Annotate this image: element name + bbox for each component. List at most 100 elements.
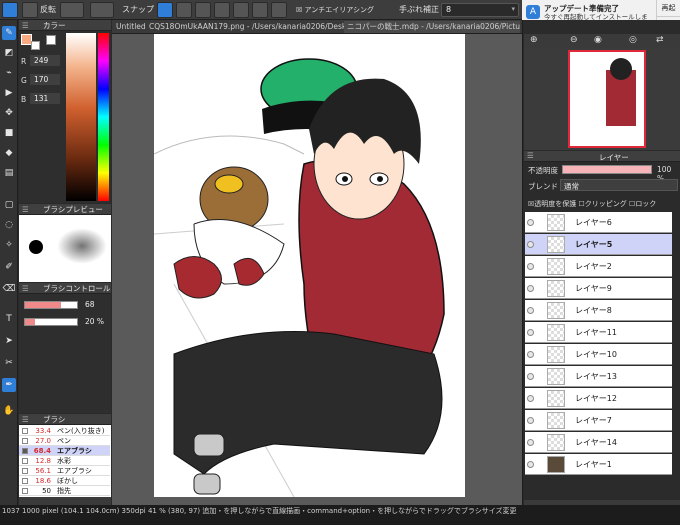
layer-row[interactable]: レイヤー14: [525, 432, 672, 453]
rect-tool-icon[interactable]: ■: [2, 126, 16, 140]
panel-menu-icon[interactable]: ☰: [22, 414, 29, 425]
b-input[interactable]: 131: [30, 93, 60, 104]
layer-name: レイヤー11: [575, 328, 617, 337]
visibility-icon[interactable]: [527, 241, 534, 248]
brush-item-selected[interactable]: 68.4 エアブラシ: [19, 446, 110, 456]
snap-radial-icon[interactable]: [214, 2, 230, 18]
g-input[interactable]: 170: [30, 74, 60, 85]
brush-stroke-preview: [57, 228, 107, 264]
brush-item[interactable]: 27.0 ペン: [19, 436, 110, 446]
eraser-tool-icon[interactable]: ◩: [2, 46, 16, 60]
panel-menu-icon[interactable]: ☰: [22, 283, 29, 294]
select-pen-icon[interactable]: ✐: [2, 260, 16, 274]
gradient-tool-icon[interactable]: ▤: [2, 166, 16, 180]
r-input[interactable]: 249: [30, 55, 60, 66]
move-tool-icon[interactable]: ✥: [2, 106, 16, 120]
visibility-icon[interactable]: [527, 439, 534, 446]
zoom-in-icon[interactable]: ⊕: [530, 35, 538, 45]
drawing-canvas[interactable]: [154, 34, 465, 497]
layer-panel-title: レイヤー: [599, 153, 629, 162]
layer-row[interactable]: レイヤー6: [525, 212, 672, 233]
layer-row[interactable]: レイヤー1: [525, 454, 672, 475]
stabilizer-select[interactable]: 8 ▾: [441, 3, 519, 17]
brush-control-header: ☰ ブラシコントロール: [19, 283, 111, 294]
visibility-icon[interactable]: [527, 417, 534, 424]
layer-row[interactable]: レイヤー11: [525, 322, 672, 343]
snap-off-icon[interactable]: [157, 2, 173, 18]
bucket-tool-icon[interactable]: ◆: [2, 146, 16, 160]
select-rect-icon[interactable]: ▢: [2, 198, 16, 212]
snap-curve-icon[interactable]: [252, 2, 268, 18]
visibility-icon[interactable]: [527, 307, 534, 314]
curve-icon[interactable]: [60, 2, 84, 18]
transparent-swatch[interactable]: [46, 35, 56, 45]
select-eraser-icon[interactable]: ⌫: [2, 282, 16, 296]
panel-menu-icon[interactable]: ☰: [527, 151, 534, 160]
restart-button[interactable]: 再起: [656, 0, 680, 17]
pen-tool-icon[interactable]: ✎: [2, 26, 16, 40]
rotate-icon[interactable]: ◎: [629, 35, 637, 45]
tab-untitled[interactable]: Untitled: [116, 21, 146, 33]
brush-item[interactable]: 18.6 ぼかし: [19, 476, 110, 486]
layer-opacity-slider[interactable]: [562, 165, 652, 174]
flip-icon[interactable]: [22, 2, 38, 18]
brush-size: 56.1: [35, 467, 51, 475]
eyedropper-icon[interactable]: ✒: [2, 378, 16, 392]
flip-view-icon[interactable]: ⇄: [656, 35, 664, 45]
navigator-preview[interactable]: [568, 50, 646, 148]
protect-checkbox[interactable]: ☒透明度を保護: [528, 200, 576, 208]
opacity-slider[interactable]: [24, 318, 78, 326]
brush-item[interactable]: 50 指先: [19, 486, 110, 496]
antialias-checkbox[interactable]: ☒ アンチエイリアシング: [296, 2, 374, 18]
panel-menu-icon[interactable]: ☰: [22, 20, 29, 31]
brush-preview-header: ☰ ブラシプレビュー: [19, 204, 111, 215]
snap-circle-icon[interactable]: [233, 2, 249, 18]
divide-tool-icon[interactable]: ✂: [2, 356, 16, 370]
layer-row[interactable]: レイヤー9: [525, 278, 672, 299]
visibility-icon[interactable]: [527, 329, 534, 336]
blend-select[interactable]: 通常: [560, 179, 678, 191]
pen-icon[interactable]: [2, 2, 18, 18]
curve2-icon[interactable]: [90, 2, 114, 18]
visibility-icon[interactable]: [527, 285, 534, 292]
layer-row[interactable]: レイヤー8: [525, 300, 672, 321]
brush-item[interactable]: 12.8 水彩: [19, 456, 110, 466]
size-slider[interactable]: [24, 301, 78, 309]
layer-row[interactable]: レイヤー10: [525, 344, 672, 365]
visibility-icon[interactable]: [527, 395, 534, 402]
visibility-icon[interactable]: [527, 461, 534, 468]
text-tool-icon[interactable]: T: [2, 312, 16, 326]
shade-picker[interactable]: [66, 33, 96, 201]
fit-icon[interactable]: ◉: [594, 35, 602, 45]
lasso-icon[interactable]: ◌: [2, 218, 16, 232]
brush-item[interactable]: 56.1 エアブラシ: [19, 466, 110, 476]
panel-menu-icon[interactable]: ☰: [22, 204, 29, 215]
background-swatch[interactable]: [31, 41, 40, 50]
layer-row[interactable]: レイヤー12: [525, 388, 672, 409]
tab-png[interactable]: CQS18OmUkAAN179.png - /Users/kanaria0206…: [149, 21, 359, 33]
visibility-icon[interactable]: [527, 263, 534, 270]
lock-checkbox[interactable]: ☐ロック: [629, 200, 656, 208]
layer-row[interactable]: レイヤー7: [525, 410, 672, 431]
brush-name: 指先: [57, 487, 71, 495]
visibility-icon[interactable]: [527, 373, 534, 380]
fill-tool-icon[interactable]: ▶: [2, 86, 16, 100]
layer-row[interactable]: レイヤー13: [525, 366, 672, 387]
magic-wand-icon[interactable]: ✧: [2, 238, 16, 252]
snap-parallel-icon[interactable]: [176, 2, 192, 18]
visibility-icon[interactable]: [527, 351, 534, 358]
visibility-icon[interactable]: [527, 219, 534, 226]
hand-tool-icon[interactable]: ✋: [2, 404, 16, 418]
hue-slider[interactable]: [98, 33, 109, 201]
layer-row-selected[interactable]: レイヤー5: [525, 234, 672, 255]
operation-tool-icon[interactable]: ➤: [2, 334, 16, 348]
brush-item[interactable]: 33.4 ペン(入り抜き): [19, 426, 110, 436]
brush-tool-icon[interactable]: ⌁: [2, 66, 16, 80]
snap-settings-icon[interactable]: [271, 2, 287, 18]
clipping-checkbox[interactable]: ☐クリッピング: [579, 200, 627, 208]
zoom-out-icon[interactable]: ⊖: [570, 35, 578, 45]
snap-grid-icon[interactable]: [195, 2, 211, 18]
tab-mdp[interactable]: ニコパーの戦士.mdp - /Users/kanaria0206/Picture…: [344, 21, 520, 33]
layer-row[interactable]: レイヤー2: [525, 256, 672, 277]
layer-name: レイヤー10: [575, 350, 617, 359]
